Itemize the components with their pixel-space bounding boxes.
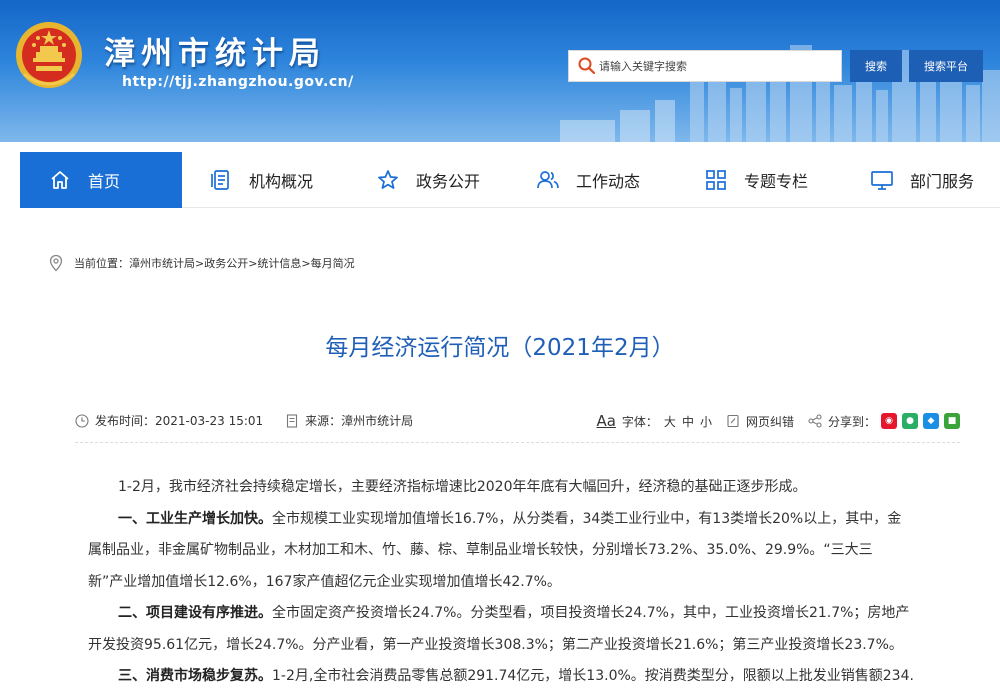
font-size-small[interactable]: 小 xyxy=(700,413,712,430)
clock-icon xyxy=(75,413,89,428)
weibo-icon[interactable]: ◉ xyxy=(881,413,897,429)
monitor-icon xyxy=(871,171,893,190)
publish-label: 发布时间： xyxy=(95,414,156,428)
paragraph-line: 属制品业，非金属矿物制品业，木材加工和木、竹、藤、棕、草制品业增长较快，分别增长… xyxy=(88,535,948,567)
nav-item-special-topics[interactable]: 专题专栏 xyxy=(680,152,844,208)
meta-divider xyxy=(75,442,960,443)
nav-item-gov-affairs[interactable]: 政务公开 xyxy=(348,152,514,208)
nav-item-label: 首页 xyxy=(88,172,121,191)
search-platform-button[interactable]: 搜索平台 xyxy=(909,50,983,82)
paragraph-text: 属制品业，非金属矿物制品业，木材加工和木、竹、藤、棕、草制品业增长较快，分别增长… xyxy=(88,542,873,558)
paragraph-text: 1-2月,全市社会消费品零售总额291.74亿元，增长13.0%。按消费类型分，… xyxy=(272,668,914,684)
section-heading: 二、项目建设有序推进。 xyxy=(118,605,272,621)
paragraph: 一、工业生产增长加快。全市规模工业实现增加值增长16.7%，从分类看，34类工业… xyxy=(88,504,948,536)
breadcrumb-prefix: 当前位置： xyxy=(74,257,129,270)
paragraph-line: 开发投资95.61亿元，增长24.7%。分产业看，第一产业投资增长308.3%；… xyxy=(88,630,948,662)
breadcrumb: 当前位置： 漳州市统计局>政务公开>统计信息>每月简况 xyxy=(48,254,355,272)
main-nav: 首页 机构概况 政务公开 工作动态 专题专栏 部门服务 xyxy=(20,152,1000,208)
breadcrumb-path[interactable]: 漳州市统计局>政务公开>统计信息>每月简况 xyxy=(129,255,355,271)
paragraph-line: 新”产业增加值增长12.6%，167家产值超亿元企业实现增加值增长42.7%。 xyxy=(88,567,948,599)
source-label: 来源： xyxy=(305,414,342,428)
national-emblem-logo xyxy=(16,22,82,88)
nav-item-label: 专题专栏 xyxy=(744,172,809,191)
douban-icon[interactable]: ■ xyxy=(944,413,960,429)
home-icon xyxy=(51,171,69,189)
paragraph-text: 全市固定资产投资增长24.7%。分类型看，项目投资增长24.7%，其中，工业投资… xyxy=(272,605,910,621)
publish-time: 2021-03-23 15:01 xyxy=(155,413,264,428)
paragraph-text: 全市规模工业实现增加值增长16.7%，从分类看，34类工业行业中，有13类增长2… xyxy=(272,510,902,527)
paragraph: 1-2月，我市经济社会持续稳定增长，主要经济指标增速比2020年年底有大幅回升，… xyxy=(88,472,948,504)
location-pin-icon xyxy=(49,254,63,272)
search-button[interactable]: 搜索 xyxy=(850,50,902,82)
article-body: 1-2月，我市经济社会持续稳定增长，主要经济指标增速比2020年年底有大幅回升，… xyxy=(88,472,948,693)
paragraph-text: 新”产业增加值增长12.6%，167家产值超亿元企业实现增加值增长42.7%。 xyxy=(88,573,561,590)
font-label: 字体： xyxy=(621,414,658,429)
document-list-icon xyxy=(211,170,229,190)
search-input[interactable] xyxy=(599,59,829,73)
nav-item-dept-services[interactable]: 部门服务 xyxy=(844,152,1000,208)
nav-item-label: 机构概况 xyxy=(249,172,314,191)
nav-item-work-news[interactable]: 工作动态 xyxy=(514,152,680,208)
paragraph-text: 开发投资95.61亿元，增长24.7%。分产业看，第一产业投资增长308.3%；… xyxy=(88,636,903,653)
source-value: 漳州市统计局 xyxy=(341,414,414,428)
article-meta: 发布时间： 2021-03-23 15:01 来源： 漳州市统计局 Aa 字体：… xyxy=(75,412,960,434)
grid-icon xyxy=(706,170,726,190)
people-icon xyxy=(537,171,559,189)
search-box[interactable] xyxy=(568,50,842,82)
wechat-icon[interactable]: ● xyxy=(902,413,918,429)
nav-item-home[interactable]: 首页 xyxy=(20,152,182,208)
search-icon xyxy=(578,57,596,75)
font-size-large[interactable]: 大 xyxy=(664,413,676,430)
nav-item-label: 部门服务 xyxy=(910,172,975,191)
paragraph-text: 1-2月，我市经济社会持续稳定增长，主要经济指标增速比2020年年底有大幅回升，… xyxy=(118,479,807,495)
paragraph: 二、项目建设有序推进。全市固定资产投资增长24.7%。分类型看，项目投资增长24… xyxy=(88,598,948,630)
site-title: 漳州市统计局 xyxy=(104,36,326,72)
font-size-icon: Aa xyxy=(596,412,616,430)
site-header: 漳州市统计局 http://tjj.zhangzhou.gov.cn/ 搜索 搜… xyxy=(0,0,1000,142)
nav-item-about[interactable]: 机构概况 xyxy=(182,152,348,208)
section-heading: 三、消费市场稳步复苏。 xyxy=(118,668,272,684)
share-label: 分享到： xyxy=(827,414,876,429)
source-doc-icon xyxy=(287,413,298,428)
correction-link[interactable]: 网页纠错 xyxy=(746,413,794,430)
article-title: 每月经济运行简况（2021年2月） xyxy=(325,335,675,361)
site-url: http://tjj.zhangzhou.gov.cn/ xyxy=(122,74,354,90)
section-heading: 一、工业生产增长加快。 xyxy=(118,510,272,527)
nav-item-label: 政务公开 xyxy=(416,172,481,191)
paragraph: 三、消费市场稳步复苏。1-2月,全市社会消费品零售总额291.74亿元，增长13… xyxy=(88,661,948,693)
share-icon xyxy=(808,414,822,428)
star-icon xyxy=(378,170,398,189)
font-size-medium[interactable]: 中 xyxy=(682,413,694,430)
correction-icon xyxy=(727,414,739,428)
nav-item-label: 工作动态 xyxy=(576,172,641,191)
qq-icon[interactable]: ◆ xyxy=(923,413,939,429)
